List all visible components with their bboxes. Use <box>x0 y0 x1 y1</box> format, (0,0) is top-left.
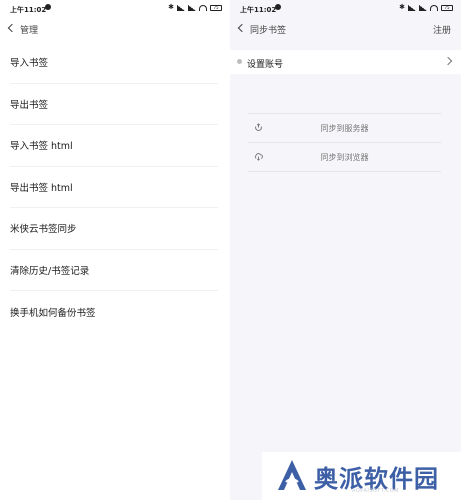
menu-item-import-html[interactable]: 导入书签 html <box>10 125 218 167</box>
register-button[interactable]: 注册 <box>433 23 451 36</box>
account-status-icon <box>237 59 242 64</box>
menu-item-export-bookmarks[interactable]: 导出书签 <box>10 84 218 125</box>
menu-item-export-html[interactable]: 导出书签 html <box>10 167 218 208</box>
site-watermark: 奥派软件园 AOPAISOFT.COM <box>262 452 461 500</box>
account-settings-row[interactable]: 设置账号 <box>230 50 461 74</box>
wifi-icon <box>199 4 207 11</box>
sync-to-server-button[interactable]: 同步到服务器 <box>248 114 441 142</box>
divider <box>248 171 441 172</box>
menu-item-clear-history[interactable]: 清除历史/书签记录 <box>10 250 218 291</box>
bluetooth-icon: ✱ <box>168 3 174 11</box>
signal-icon-2 <box>419 4 427 11</box>
wifi-icon <box>430 4 438 11</box>
header: 同步书签 注册 <box>230 20 461 40</box>
manage-menu: 导入书签 导出书签 导入书签 html 导出书签 html 米侠云书签同步 清除… <box>0 42 230 333</box>
menu-item-backup-guide[interactable]: 换手机如何备份书签 <box>10 291 218 333</box>
header: 管理 <box>0 20 230 40</box>
menu-item-import-bookmarks[interactable]: 导入书签 <box>10 42 218 84</box>
notification-icon <box>275 4 281 10</box>
sync-to-browser-button[interactable]: 同步到浏览器 <box>248 143 441 171</box>
page-title: 管理 <box>20 26 39 36</box>
status-bar: 上午11:02 ✱ 75 <box>0 0 230 16</box>
back-arrow-icon[interactable] <box>7 23 17 33</box>
battery-icon: 75 <box>441 4 453 11</box>
status-bar: 上午11:02 ✱ 75 <box>230 0 461 16</box>
signal-icon <box>177 4 185 11</box>
back-arrow-icon[interactable] <box>237 23 247 33</box>
status-icons: ✱ 75 <box>168 4 222 11</box>
menu-item-cloud-sync[interactable]: 米侠云书签同步 <box>10 208 218 250</box>
sync-bookmarks-screen: 上午11:02 ✱ 75 同步书签 注册 设置账号 同步到服务器 同步到浏览器 <box>230 0 461 500</box>
site-logo-icon <box>278 460 306 490</box>
status-time: 上午11:02 <box>10 6 47 14</box>
account-label: 设置账号 <box>247 60 284 70</box>
watermark-subtext: AOPAISOFT.COM <box>352 488 400 494</box>
signal-icon-2 <box>188 4 196 11</box>
sync-to-browser-label: 同步到浏览器 <box>320 153 369 162</box>
notification-icon <box>45 4 51 10</box>
page-title: 同步书签 <box>250 26 287 36</box>
bluetooth-icon: ✱ <box>399 3 405 11</box>
manage-screen: 上午11:02 ✱ 75 管理 导入书签 导出书签 导入书签 html 导出书签… <box>0 0 230 500</box>
sync-to-server-label: 同步到服务器 <box>320 124 369 133</box>
battery-icon: 75 <box>210 4 222 11</box>
status-icons: ✱ 75 <box>399 4 453 11</box>
chevron-right-icon <box>443 56 453 66</box>
status-time: 上午11:02 <box>240 6 277 14</box>
signal-icon <box>408 4 416 11</box>
